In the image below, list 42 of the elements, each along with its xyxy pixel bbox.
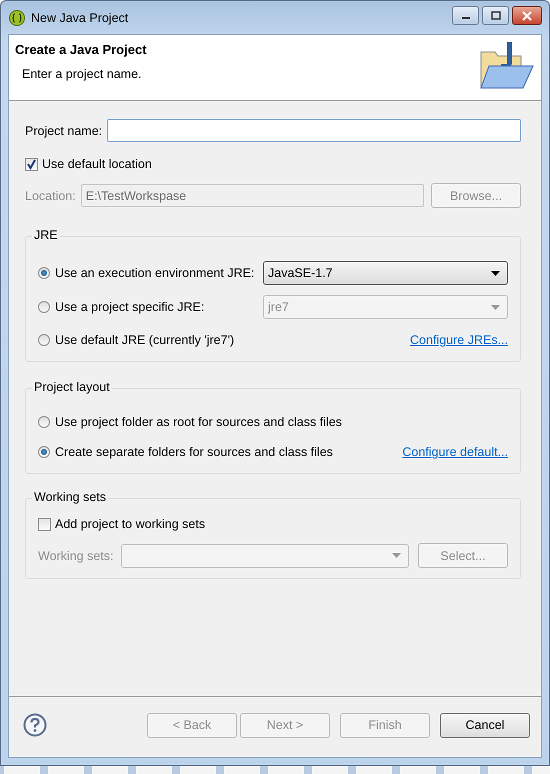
working-sets-label: Working sets: bbox=[38, 548, 114, 562]
radio-button[interactable] bbox=[38, 416, 50, 428]
group-title: JRE bbox=[32, 228, 60, 242]
maximize-button[interactable] bbox=[482, 6, 509, 25]
close-icon bbox=[521, 10, 533, 20]
radio-label: Use default JRE (currently 'jre7') bbox=[55, 333, 234, 347]
radio-label: Use project folder as root for sources and class files bbox=[55, 415, 342, 429]
configure-jres-link[interactable]: Configure JREs... bbox=[410, 333, 508, 347]
jre-dropdown[interactable]: jre7 bbox=[263, 295, 508, 319]
project-name-field[interactable] bbox=[107, 119, 521, 142]
radio-button[interactable] bbox=[38, 446, 50, 458]
jre-dropdown[interactable]: JavaSE-1.7 bbox=[263, 261, 508, 285]
caret-icon bbox=[491, 270, 500, 276]
checkbox-label: Use default location bbox=[42, 157, 152, 171]
radio-label: Create separate folders for sources and class files bbox=[55, 445, 333, 459]
minimize-button[interactable] bbox=[452, 6, 479, 25]
caret-icon bbox=[392, 553, 401, 558]
maximize-icon bbox=[490, 10, 502, 20]
radio-button[interactable] bbox=[38, 267, 50, 279]
project-name-label: Project name: bbox=[25, 124, 102, 138]
select-button[interactable]: Select... bbox=[418, 543, 508, 568]
location-field[interactable]: E:\TestWorkspase bbox=[80, 184, 424, 207]
page-title: Create a Java Project bbox=[15, 42, 147, 57]
close-button[interactable] bbox=[512, 6, 542, 25]
checkbox-label: Add project to working sets bbox=[55, 517, 206, 531]
help-icon[interactable] bbox=[23, 713, 47, 737]
configure-default-link[interactable]: Configure default... bbox=[402, 445, 508, 459]
checkbox[interactable] bbox=[25, 158, 38, 170]
radio-label: Use a project specific JRE: bbox=[55, 300, 204, 314]
page-message: Enter a project name. bbox=[22, 67, 143, 81]
app-icon bbox=[9, 10, 25, 26]
location-label: Location: bbox=[25, 188, 76, 202]
group-title: Working sets bbox=[32, 490, 108, 504]
radio-button[interactable] bbox=[38, 334, 50, 346]
caret-icon bbox=[491, 304, 500, 310]
browse-button[interactable]: Browse... bbox=[431, 183, 521, 208]
radio-button[interactable] bbox=[38, 301, 50, 313]
group-title: Project layout bbox=[32, 380, 112, 394]
window-title: New Java Project bbox=[31, 10, 128, 24]
checkbox[interactable] bbox=[38, 518, 51, 530]
radio-label: Use an execution environment JRE: bbox=[55, 266, 254, 280]
wizard-button[interactable]: Cancel bbox=[440, 712, 530, 738]
